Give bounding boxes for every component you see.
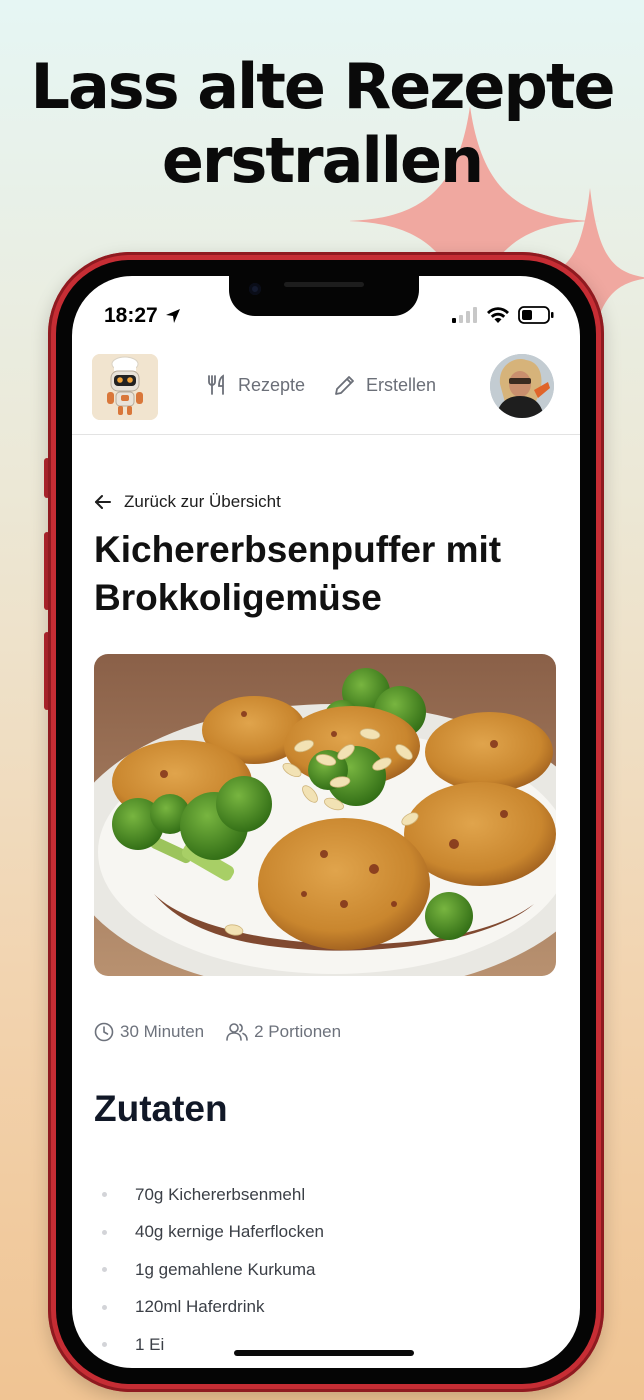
front-camera-icon [249, 283, 261, 295]
cellular-signal-icon [452, 307, 477, 323]
bullet-icon [102, 1304, 107, 1310]
ingredient-item: 1g gemahlene Kurkuma [94, 1251, 324, 1289]
bullet-icon [102, 1229, 107, 1235]
user-avatar[interactable] [490, 354, 554, 418]
ingredient-item: 40g kernige Haferflocken [94, 1214, 324, 1252]
location-arrow-icon [165, 309, 180, 323]
promo-headline-line2: erstrallen [161, 124, 484, 197]
ingredient-item: 120ml Haferdrink [94, 1289, 324, 1327]
recipe-duration: 30 Minuten [94, 1022, 204, 1042]
users-icon [226, 1023, 248, 1041]
status-time-text: 18:27 [104, 304, 158, 327]
recipe-servings-text: 2 Portionen [254, 1022, 342, 1041]
status-bar-time: 18:27 [104, 304, 182, 328]
status-bar-icons [452, 306, 554, 324]
fork-knife-icon [208, 374, 224, 395]
user-avatar-icon [490, 354, 554, 418]
promo-headline: Lass alte Rezepte erstrallen [0, 50, 644, 198]
phone-frame: 18:27 Rezepte Erstellen Zurück zur Übers… [48, 252, 604, 1392]
phone-screen: 18:27 Rezepte Erstellen Zurück zur Übers… [72, 276, 580, 1368]
back-link-label: Zurück zur Übersicht [124, 492, 281, 511]
nav-link-rezepte[interactable]: Rezepte [206, 374, 305, 396]
robot-chef-logo[interactable] [92, 354, 158, 420]
ingredient-text: 1g gemahlene Kurkuma [135, 1259, 316, 1279]
ingredient-text: 120ml Haferdrink [135, 1297, 265, 1317]
earpiece-speaker [284, 282, 364, 287]
battery-icon [518, 306, 554, 324]
chickpea-fritters-photo [94, 654, 556, 976]
ingredient-text: 40g kernige Haferflocken [135, 1222, 325, 1242]
recipe-image [94, 654, 556, 976]
ingredient-item: 70g Kichererbsenmehl [94, 1176, 324, 1214]
ingredient-item: 1 Ei [94, 1326, 324, 1364]
phone-bezel: 18:27 Rezepte Erstellen Zurück zur Übers… [56, 260, 596, 1384]
nav-link-rezepte-label: Rezepte [238, 374, 306, 395]
back-to-overview-link[interactable]: Zurück zur Übersicht [94, 492, 281, 512]
recipe-meta: 30 Minuten 2 Portionen [94, 1022, 341, 1042]
nav-link-erstellen-label: Erstellen [366, 374, 437, 395]
recipe-title: Kichererbsenpuffer mit Brokkoligemüse [94, 529, 502, 618]
recipe-servings: 2 Portionen [226, 1022, 341, 1042]
robot-chef-icon [92, 354, 158, 420]
promo-headline-line1: Lass alte Rezepte [30, 50, 615, 123]
nav-link-erstellen[interactable]: Erstellen [334, 374, 436, 396]
ingredients-list: 70g Kichererbsenmehl 40g kernige Haferfl… [94, 1176, 324, 1364]
ingredient-text: 70g Kichererbsenmehl [135, 1184, 306, 1204]
wifi-icon [487, 306, 509, 323]
bullet-icon [102, 1342, 107, 1348]
ingredients-heading: Zutaten [94, 1088, 228, 1129]
ingredient-text: 1 Ei [135, 1334, 165, 1354]
arrow-left-icon [95, 495, 111, 509]
bullet-icon [102, 1267, 107, 1273]
bullet-icon [102, 1192, 107, 1198]
top-navigation: Rezepte Erstellen [72, 352, 580, 435]
clock-icon [94, 1022, 114, 1042]
phone-notch [229, 276, 419, 316]
pencil-icon [335, 376, 354, 395]
home-indicator[interactable] [234, 1350, 414, 1356]
recipe-duration-text: 30 Minuten [120, 1022, 205, 1041]
